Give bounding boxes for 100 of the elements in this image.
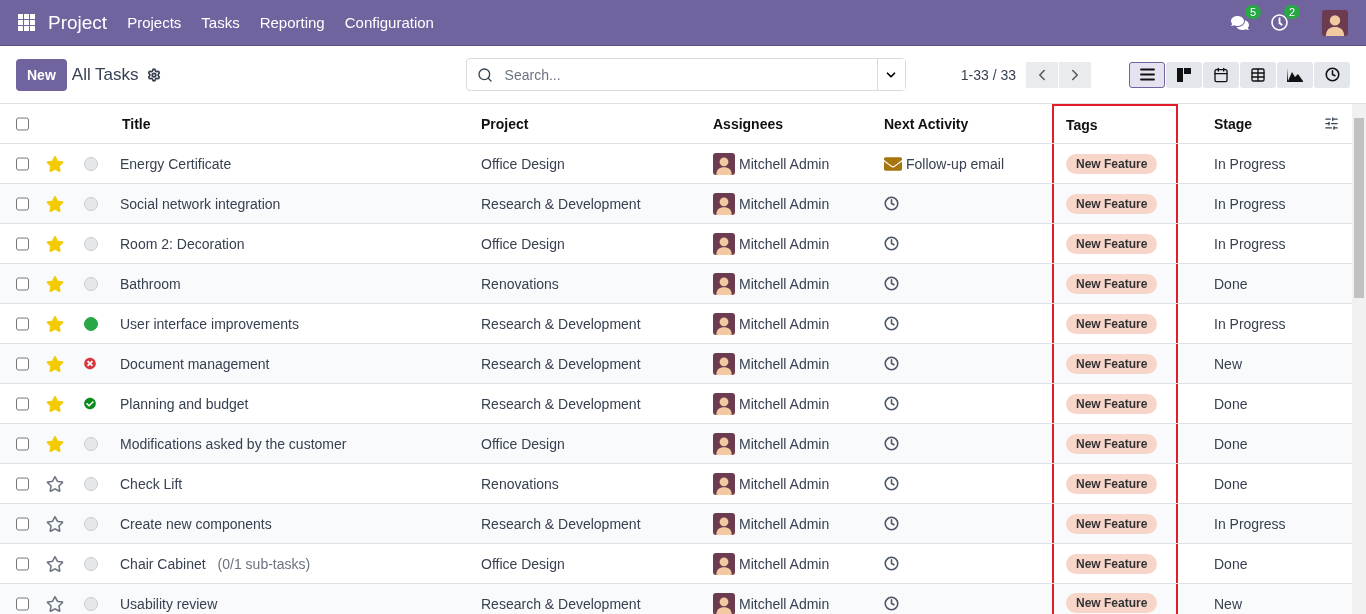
activity-clock-icon[interactable] <box>1271 14 1288 31</box>
star-icon[interactable] <box>46 194 64 213</box>
row-checkbox[interactable] <box>16 356 29 371</box>
star-icon[interactable] <box>46 394 64 413</box>
star-outline-icon[interactable] <box>46 474 64 493</box>
status-dot[interactable] <box>84 156 98 171</box>
stage-label: In Progress <box>1214 195 1286 212</box>
star-outline-icon[interactable] <box>46 594 64 613</box>
list-view-button[interactable] <box>1129 61 1165 88</box>
graph-view-button[interactable] <box>1277 61 1313 88</box>
column-header[interactable]: Project <box>467 104 699 143</box>
project-name: Research & Development <box>481 595 641 612</box>
menu-item[interactable]: Tasks <box>201 14 240 31</box>
tag-pill: New Feature <box>1066 393 1158 414</box>
activity-view-button[interactable] <box>1314 61 1350 88</box>
avatar-icon <box>713 312 735 335</box>
scrollbar[interactable] <box>1352 104 1366 614</box>
app-name[interactable]: Project <box>48 11 108 34</box>
row-checkbox[interactable] <box>16 436 29 451</box>
clock-icon[interactable] <box>884 316 899 331</box>
search-field[interactable]: Search... <box>465 58 906 91</box>
tag-pill: New Feature <box>1066 553 1158 574</box>
status-dot[interactable] <box>84 236 98 251</box>
task-title: Modifications asked by the customer <box>120 435 347 452</box>
pivot-view-button[interactable] <box>1240 61 1276 88</box>
star-icon[interactable] <box>46 154 64 173</box>
tag-pill: New Feature <box>1066 353 1158 374</box>
clock-icon[interactable] <box>884 196 899 211</box>
settings-icon[interactable] <box>146 67 161 82</box>
clock-icon[interactable] <box>884 276 899 291</box>
kanban-view-button[interactable] <box>1166 61 1202 88</box>
clock-icon[interactable] <box>884 476 899 491</box>
activity-label[interactable]: Follow-up email <box>906 155 1005 172</box>
stage-label: New <box>1214 355 1242 372</box>
status-dot[interactable] <box>84 556 98 571</box>
search-options-button[interactable] <box>876 59 905 90</box>
star-icon[interactable] <box>46 314 64 333</box>
status-dot[interactable] <box>84 276 98 291</box>
star-icon[interactable] <box>46 434 64 453</box>
chat-icon[interactable] <box>1231 13 1249 32</box>
row-checkbox[interactable] <box>16 276 29 291</box>
clock-icon[interactable] <box>884 516 899 531</box>
row-checkbox[interactable] <box>16 236 29 251</box>
select-all-checkbox[interactable] <box>16 116 29 131</box>
row-checkbox[interactable] <box>16 596 29 611</box>
menu-item[interactable]: Reporting <box>259 14 325 31</box>
row-checkbox[interactable] <box>16 516 29 531</box>
envelope-icon[interactable] <box>884 154 902 173</box>
assignee-name: Mitchell Admin <box>739 155 830 172</box>
star-icon[interactable] <box>46 274 64 293</box>
status-dot[interactable] <box>84 476 98 491</box>
column-header[interactable]: Title <box>108 104 467 143</box>
status-dot[interactable] <box>84 596 98 611</box>
row-checkbox[interactable] <box>16 156 29 171</box>
assignee-name: Mitchell Admin <box>739 515 830 532</box>
stage-label: In Progress <box>1214 155 1286 172</box>
clock-icon[interactable] <box>884 396 899 411</box>
star-outline-icon[interactable] <box>46 554 64 573</box>
apps-menu-icon[interactable] <box>18 13 36 32</box>
star-icon[interactable] <box>46 234 64 253</box>
task-title: Usability review <box>120 595 218 612</box>
clock-icon[interactable] <box>884 236 899 251</box>
previous-page-button[interactable] <box>1026 61 1058 88</box>
clock-icon[interactable] <box>884 556 899 571</box>
row-checkbox[interactable] <box>16 476 29 491</box>
clock-icon[interactable] <box>884 596 899 611</box>
blocked-icon[interactable] <box>84 356 96 371</box>
assignee-name: Mitchell Admin <box>739 595 830 612</box>
column-header[interactable]: Assignees <box>699 104 870 143</box>
status-dot[interactable] <box>84 516 98 531</box>
calendar-icon <box>1213 66 1229 83</box>
row-checkbox[interactable] <box>16 396 29 411</box>
next-page-button[interactable] <box>1059 61 1091 88</box>
settings-sliders-icon[interactable] <box>1324 116 1339 131</box>
clock-icon[interactable] <box>884 436 899 451</box>
project-name: Renovations <box>481 475 559 492</box>
menu-item[interactable]: Projects <box>127 14 182 31</box>
row-checkbox[interactable] <box>16 316 29 331</box>
status-dot[interactable] <box>84 316 98 331</box>
column-header[interactable]: Stage <box>1200 104 1312 143</box>
clock-icon[interactable] <box>884 356 899 371</box>
column-header[interactable]: Next Activity <box>870 104 1052 143</box>
project-name: Renovations <box>481 275 559 292</box>
menu-item[interactable]: Configuration <box>344 14 434 31</box>
calendar-view-button[interactable] <box>1203 61 1239 88</box>
tag-pill: New Feature <box>1066 592 1158 613</box>
kanban-icon <box>1176 66 1192 83</box>
clock-icon <box>1324 67 1340 82</box>
tag-pill: New Feature <box>1066 153 1158 174</box>
list-icon <box>1138 66 1156 83</box>
avatar-icon <box>713 352 735 375</box>
row-checkbox[interactable] <box>16 556 29 571</box>
status-dot[interactable] <box>84 436 98 451</box>
new-button[interactable]: New <box>16 58 67 91</box>
stage-label: Done <box>1214 555 1248 572</box>
status-dot[interactable] <box>84 196 98 211</box>
star-outline-icon[interactable] <box>46 514 64 533</box>
project-name: Office Design <box>481 435 565 452</box>
row-checkbox[interactable] <box>16 196 29 211</box>
star-icon[interactable] <box>46 354 64 373</box>
